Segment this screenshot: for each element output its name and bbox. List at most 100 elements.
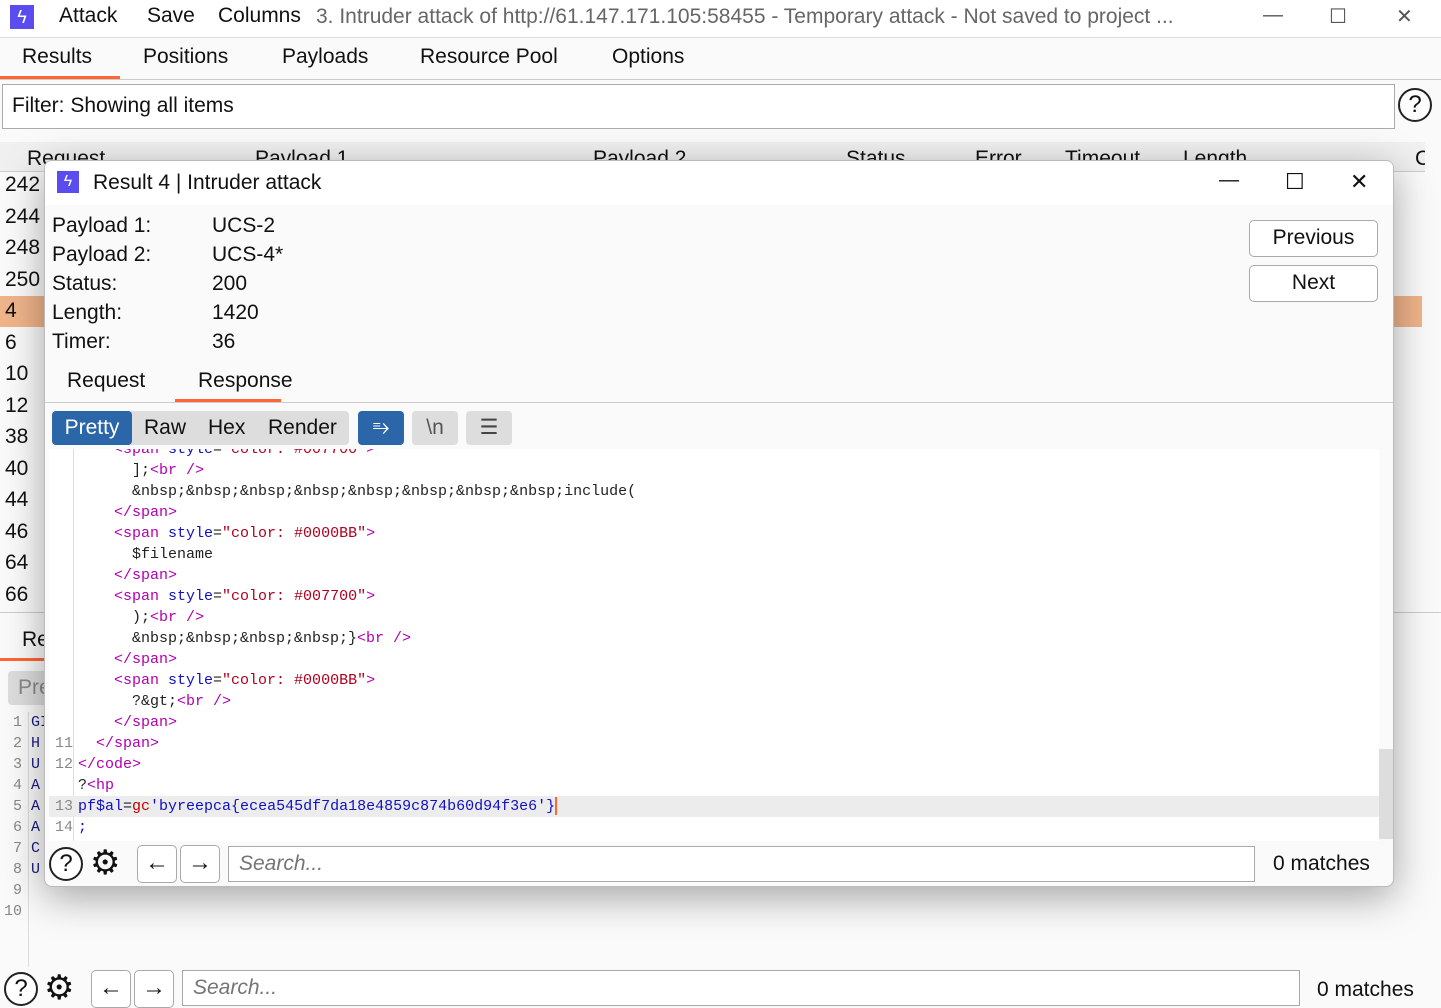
tab-options[interactable]: Options — [612, 45, 684, 69]
code-token: <span — [114, 588, 169, 605]
code-token: gc — [132, 798, 151, 815]
title-bar: ϟ Attack Save Columns 3. Intruder attack… — [0, 0, 1441, 38]
code-line: ];<br /> — [49, 460, 1379, 481]
editor-scrollbar[interactable] — [1379, 749, 1393, 839]
code-text: </span> — [114, 565, 177, 586]
code-token: "color: #0000BB" — [222, 525, 367, 542]
field-label: Timer: — [52, 330, 111, 353]
menu-save[interactable]: Save — [147, 4, 195, 28]
dialog-minimize-button[interactable]: — — [1219, 169, 1239, 192]
lower-prev-arrow-icon[interactable]: ← — [91, 970, 131, 1008]
prev-match-arrow-icon[interactable]: ← — [137, 845, 177, 883]
request-line: U — [31, 756, 41, 773]
code-token: <br /> — [150, 609, 205, 626]
code-line: </span> — [49, 502, 1379, 523]
dialog-tab-request[interactable]: Request — [67, 369, 145, 393]
tab-payloads[interactable]: Payloads — [282, 45, 368, 69]
line-number: 6 — [12, 819, 22, 836]
code-line: 12 </code> — [49, 754, 1379, 775]
search-input[interactable] — [228, 846, 1255, 882]
lower-settings-icon[interactable]: ⚙ — [44, 968, 74, 1008]
code-line: 11 </span> — [49, 733, 1379, 754]
dialog-maximize-button[interactable]: ☐ — [1285, 169, 1305, 195]
code-token: style — [168, 588, 214, 605]
line-number: 13 — [54, 798, 73, 815]
request-line: A — [31, 819, 41, 836]
line-number: 7 — [12, 840, 22, 857]
code-token: pf$al — [78, 798, 124, 815]
view-raw[interactable]: Raw — [144, 411, 186, 445]
column-comment[interactable]: C — [1415, 147, 1425, 171]
request-line: U — [31, 861, 41, 878]
code-text: <span style="color: #007700"> — [114, 449, 375, 460]
line-number: 12 — [54, 756, 73, 773]
tab-results[interactable]: Results — [22, 45, 92, 69]
code-token: = — [123, 798, 133, 815]
next-match-arrow-icon[interactable]: → — [180, 845, 220, 883]
code-token: > — [366, 588, 376, 605]
dialog-tab-response[interactable]: Response — [198, 369, 293, 393]
code-token: </code> — [78, 756, 142, 773]
response-editor[interactable]: <span style="color: #007700">];<br /> &nb… — [49, 449, 1379, 841]
menu-attack[interactable]: Attack — [59, 4, 117, 28]
line-number: 2 — [12, 735, 22, 752]
code-token: > — [366, 525, 376, 542]
code-token: = — [213, 672, 223, 689]
code-text: );<br /> — [132, 607, 204, 628]
code-token: <span — [114, 449, 169, 458]
code-token: > — [366, 449, 376, 458]
menu-icon[interactable]: ☰ — [466, 411, 512, 445]
code-token: </span> — [114, 567, 178, 584]
tab-resource-pool[interactable]: Resource Pool — [420, 45, 558, 69]
lower-next-arrow-icon[interactable]: → — [134, 970, 174, 1008]
code-token: = — [213, 588, 223, 605]
help-icon[interactable]: ? — [49, 847, 83, 881]
match-count: 0 matches — [1273, 852, 1370, 875]
view-hex[interactable]: Hex — [208, 411, 245, 445]
code-text: ; — [78, 817, 87, 838]
code-line: );<br /> — [49, 607, 1379, 628]
code-token: <br /> — [357, 630, 412, 647]
code-token: &nbsp;&nbsp;&nbsp;&nbsp;&nbsp;&nbsp;&nbs… — [132, 483, 637, 500]
code-line: &nbsp;&nbsp;&nbsp;&nbsp;}<br /> — [49, 628, 1379, 649]
field-label: Length: — [52, 301, 123, 324]
code-text: pf$al=gc'byreepca{ecea545df7da18e4859c87… — [78, 796, 558, 817]
lower-help-icon[interactable]: ? — [4, 972, 38, 1006]
close-button[interactable]: ✕ — [1396, 4, 1413, 29]
code-text: </span> — [96, 733, 159, 754]
minimize-button[interactable]: — — [1263, 4, 1283, 27]
request-line: A — [31, 777, 41, 794]
menu-columns[interactable]: Columns — [218, 4, 301, 28]
request-line: H — [31, 735, 41, 752]
text-cursor — [555, 797, 558, 816]
code-token: </span> — [114, 651, 178, 668]
tab-positions[interactable]: Positions — [143, 45, 228, 69]
newline-toggle-icon[interactable]: \n — [412, 411, 458, 445]
dialog-close-button[interactable]: ✕ — [1350, 169, 1368, 195]
lower-match-count: 0 matches — [1317, 978, 1414, 1001]
word-wrap-icon[interactable]: ⥱ — [358, 411, 404, 445]
dialog-title-bar: ϟ Result 4 | Intruder attack — ☐ ✕ — [45, 161, 1393, 205]
window-title: 3. Intruder attack of http://61.147.171.… — [316, 5, 1174, 28]
view-render[interactable]: Render — [268, 411, 337, 445]
field-value: 1420 — [212, 301, 259, 324]
maximize-button[interactable]: ☐ — [1329, 4, 1347, 29]
code-text: ?<hp — [78, 775, 114, 796]
code-text: &nbsp;&nbsp;&nbsp;&nbsp;&nbsp;&nbsp;&nbs… — [132, 481, 636, 502]
settings-icon[interactable]: ⚙ — [90, 843, 120, 883]
help-icon[interactable]: ? — [1398, 88, 1432, 122]
code-token: &nbsp;&nbsp;&nbsp;&nbsp;} — [132, 630, 358, 647]
filter-bar[interactable]: Filter: Showing all items — [2, 84, 1395, 129]
code-text: <span style="color: #0000BB"> — [114, 523, 375, 544]
code-text: <span style="color: #0000BB"> — [114, 670, 375, 691]
field-value: UCS-4* — [212, 243, 284, 266]
lower-search-input[interactable] — [182, 970, 1300, 1006]
field-label: Payload 2: — [52, 243, 152, 266]
code-line: ?<hp — [49, 775, 1379, 796]
next-button[interactable]: Next — [1249, 265, 1378, 302]
view-pretty[interactable]: Pretty — [52, 411, 132, 445]
line-number: 9 — [12, 882, 22, 899]
previous-button[interactable]: Previous — [1249, 220, 1378, 257]
code-token: = — [213, 449, 223, 458]
code-token: <span — [114, 525, 169, 542]
